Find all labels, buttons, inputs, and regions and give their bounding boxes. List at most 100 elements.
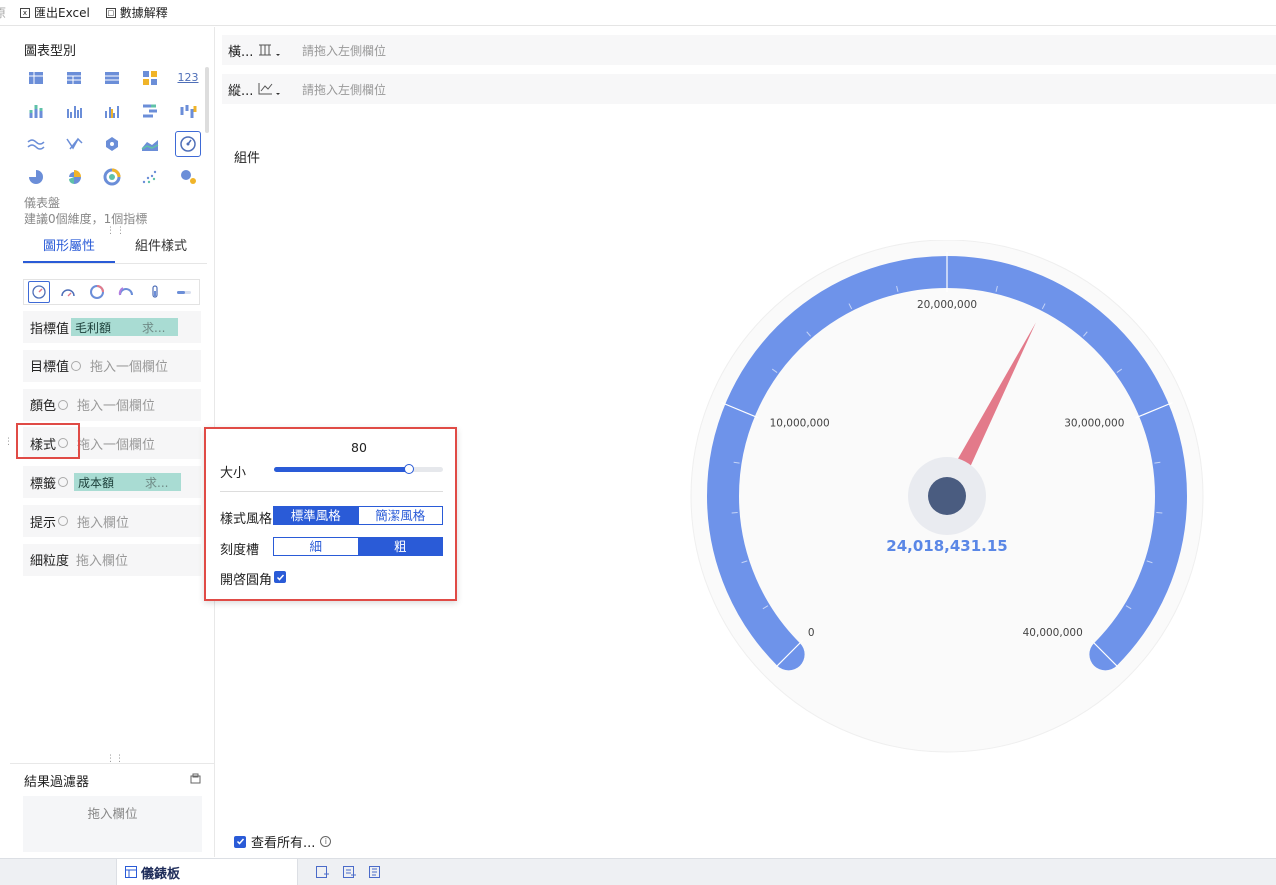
compare-bar-icon [137, 98, 163, 124]
round-checkbox[interactable] [274, 571, 286, 583]
chart-type-area[interactable] [131, 127, 169, 160]
gear-icon[interactable] [58, 477, 69, 488]
style-option-1[interactable]: 簡潔風格 [357, 507, 443, 524]
field-aggregation[interactable]: 求... [137, 319, 165, 336]
export-excel-label: 匯出Excel [34, 6, 90, 20]
rose-pie-icon [61, 164, 87, 190]
horizontal-axis-label: 橫... [228, 44, 254, 60]
info-icon[interactable]: i [320, 836, 332, 847]
filter-settings-icon[interactable] [190, 773, 201, 784]
subtype-gauge-pointer[interactable] [27, 281, 50, 303]
add-report-icon[interactable] [369, 866, 382, 879]
view-all-checkbox[interactable] [234, 835, 246, 848]
chart-type-rose-pie[interactable] [55, 160, 93, 193]
radar-icon [61, 131, 87, 157]
gear-icon[interactable] [71, 360, 82, 371]
chart-type-kpi-card[interactable]: 123 [169, 61, 207, 94]
gauge-tick-label: 10,000,000 [770, 418, 830, 430]
property-row-5[interactable]: 提示 拖入欄位 [23, 505, 201, 537]
chart-type-range-column[interactable] [169, 94, 207, 127]
gauge-ring-percent-icon [118, 287, 134, 296]
view-all-label: 查看所有... [251, 836, 316, 851]
chart-type-stacked-column[interactable] [17, 94, 55, 127]
data-explain-button[interactable]: □ 數據解釋 [105, 4, 168, 21]
add-dashboard-icon[interactable] [316, 866, 329, 879]
color-table-icon [137, 65, 163, 91]
size-value: 80 [351, 440, 367, 455]
tab-dashboard[interactable]: 儀錶板 [116, 859, 298, 885]
dashboard-tab-label: 儀錶板 [141, 866, 181, 882]
chart-type-polygon-scatter[interactable] [93, 127, 131, 160]
property-dropzone[interactable]: 拖入一個欄位 [77, 434, 155, 453]
chart-type-compare-bar[interactable] [131, 94, 169, 127]
size-slider-fill [274, 467, 409, 472]
gear-icon[interactable] [58, 399, 69, 410]
field-name: 成本額 [78, 475, 115, 490]
subtype-gauge-half[interactable] [57, 281, 79, 303]
chart-type-cross-table[interactable] [17, 61, 55, 94]
tab-component-style[interactable]: 組件樣式 [115, 233, 207, 263]
selected-chart-hint: 建議0個維度，1個指標 [24, 212, 148, 226]
pie-icon [23, 164, 49, 190]
subtype-gauge-ring[interactable] [86, 281, 108, 303]
horizontal-axis-sort-icon[interactable] [256, 41, 290, 59]
gauge-subtype-row [23, 279, 200, 305]
field-pill[interactable]: 成本額 求... [74, 473, 182, 492]
subtype-gauge-slot[interactable] [173, 281, 195, 303]
property-dropzone[interactable]: 拖入一個欄位 [77, 395, 155, 414]
property-dropzone[interactable]: 拖入欄位 [77, 512, 129, 531]
scale-option-0[interactable]: 細 [274, 538, 358, 555]
chart-type-gauge[interactable] [169, 127, 207, 160]
gauge-half-icon [60, 289, 75, 297]
chart-type-title: 圖表型別 [24, 44, 77, 59]
side-drag-handle[interactable]: ⋮ [4, 437, 13, 447]
property-row-2[interactable]: 顏色 拖入一個欄位 [23, 388, 201, 421]
field-aggregation[interactable]: 求... [140, 474, 168, 491]
add-component-icon[interactable] [343, 866, 356, 879]
subtype-gauge-ring-percent[interactable] [115, 281, 137, 303]
chart-type-detail-table[interactable] [55, 61, 93, 94]
gauge-ring-icon [89, 285, 104, 299]
chart-type-multi-column[interactable] [93, 94, 131, 127]
scale-option-1[interactable]: 粗 [357, 538, 442, 555]
property-row-6[interactable]: 細粒度 拖入欄位 [23, 543, 201, 576]
result-filter-dropzone[interactable]: 拖入欄位 [23, 796, 202, 852]
vertical-axis-sort-icon[interactable] [256, 80, 290, 98]
size-slider-track[interactable] [274, 464, 443, 474]
grouped-column-icon [61, 98, 87, 124]
chart-type-bubble[interactable] [169, 160, 207, 193]
chart-type-line[interactable] [17, 127, 55, 160]
property-row-1[interactable]: 目標值 拖入一個欄位 [23, 349, 201, 382]
size-slider-handle[interactable] [404, 464, 414, 474]
multi-column-icon [99, 98, 125, 124]
gauge-hub [928, 477, 966, 515]
style-option-0[interactable]: 標準風格 [274, 507, 358, 524]
property-dropzone[interactable]: 拖入欄位 [76, 550, 128, 569]
bottom-bar: 儀錶板 [0, 858, 1276, 885]
field-pill[interactable]: 毛利額 求... [71, 318, 179, 336]
horizontal-axis-row: 橫... 請拖入左側欄位 [222, 35, 1276, 65]
kpi-card-label: 123 [177, 71, 199, 84]
subtype-gauge-test-tube[interactable] [144, 281, 166, 303]
group-table-icon [99, 65, 125, 91]
export-excel-button[interactable]: x 匯出Excel [20, 4, 90, 21]
component-label: 組件 [234, 151, 261, 166]
chart-type-pie[interactable] [17, 160, 55, 193]
property-row-4[interactable]: 標籤 成本額 求... [23, 466, 201, 499]
horizontal-axis-dropzone[interactable]: 請拖入左側欄位 [302, 42, 386, 59]
property-row-0[interactable]: 指標值 毛利額 求... [23, 311, 201, 343]
chart-type-grouped-column[interactable] [55, 94, 93, 127]
property-dropzone[interactable]: 拖入一個欄位 [90, 356, 168, 375]
vertical-axis-dropzone[interactable]: 請拖入左側欄位 [302, 81, 386, 98]
gear-icon[interactable] [58, 516, 69, 526]
tab-graphic-props[interactable]: 圖形屬性 [23, 233, 115, 263]
divider [10, 763, 215, 764]
chart-type-multi-pie[interactable] [93, 160, 131, 193]
stacked-column-icon [23, 98, 49, 124]
chart-type-color-table[interactable] [131, 61, 169, 94]
chart-type-radar[interactable] [55, 127, 93, 160]
style-row-highlight [16, 423, 80, 459]
chart-type-group-table[interactable] [93, 61, 131, 94]
chart-type-scatter[interactable] [131, 160, 169, 193]
top-toolbar: 原 x 匯出Excel □ 數據解釋 [0, 0, 1276, 26]
